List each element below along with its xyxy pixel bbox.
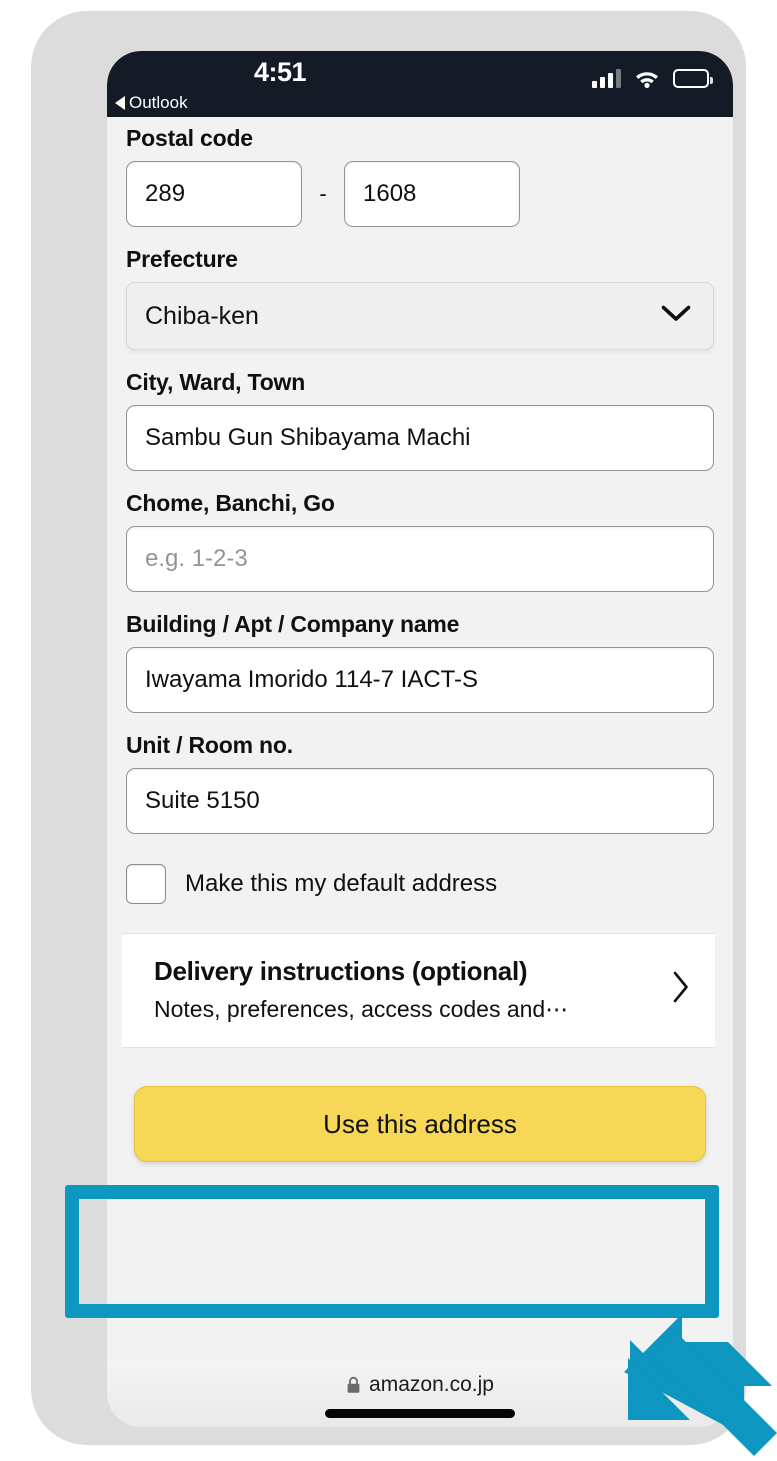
use-this-address-button[interactable]: Use this address bbox=[134, 1086, 706, 1162]
home-indicator[interactable] bbox=[325, 1409, 515, 1418]
status-bar-time: 4:51 bbox=[253, 57, 307, 87]
chome-banchi-go-group: Chome, Banchi, Go bbox=[126, 490, 714, 592]
city-ward-town-label: City, Ward, Town bbox=[126, 369, 306, 395]
postal-code-separator: - bbox=[319, 181, 327, 206]
postal-code-part2-input[interactable] bbox=[344, 161, 520, 227]
building-apt-company-group: Building / Apt / Company name bbox=[126, 611, 714, 713]
unit-room-no-label: Unit / Room no. bbox=[126, 732, 293, 758]
browser-bottom-bar: amazon.co.jp bbox=[107, 1360, 733, 1427]
delivery-instructions-text: Delivery instructions (optional) Notes, … bbox=[154, 956, 671, 1023]
postal-code-part1-input[interactable] bbox=[126, 161, 302, 227]
url-text: amazon.co.jp bbox=[369, 1373, 494, 1396]
prefecture-group: Prefecture Chiba-ken bbox=[126, 246, 714, 350]
lock-icon bbox=[346, 1376, 361, 1394]
postal-code-label: Postal code bbox=[126, 125, 253, 151]
default-address-label: Make this my default address bbox=[185, 870, 498, 897]
building-apt-company-input[interactable] bbox=[126, 647, 714, 713]
chome-banchi-go-label: Chome, Banchi, Go bbox=[126, 490, 335, 516]
delivery-instructions-subtitle: Notes, preferences, access codes and⋯ bbox=[154, 996, 569, 1022]
wifi-icon bbox=[634, 69, 660, 88]
prefecture-selected-value: Chiba-ken bbox=[145, 301, 259, 330]
chevron-right-icon bbox=[671, 970, 691, 1009]
primary-action-area: Use this address bbox=[126, 1064, 714, 1162]
back-to-app-link[interactable]: Outlook bbox=[115, 93, 188, 113]
postal-code-group: Postal code - bbox=[126, 125, 714, 227]
triangle-left-icon bbox=[115, 96, 125, 110]
delivery-instructions-title: Delivery instructions (optional) bbox=[154, 956, 528, 986]
chome-banchi-go-input[interactable] bbox=[126, 526, 714, 592]
city-ward-town-group: City, Ward, Town bbox=[126, 369, 714, 471]
unit-room-no-input[interactable] bbox=[126, 768, 714, 834]
status-bar: 4:51 Outlook bbox=[107, 51, 733, 117]
prefecture-label: Prefecture bbox=[126, 246, 238, 272]
prefecture-select[interactable]: Chiba-ken bbox=[126, 282, 714, 350]
cellular-signal-icon bbox=[592, 69, 621, 88]
postal-code-row: - bbox=[126, 161, 714, 227]
device-frame: 4:51 Outlook Postal code 289 - 1608 Pref… bbox=[31, 11, 746, 1445]
url-display[interactable]: amazon.co.jp bbox=[346, 1373, 494, 1397]
delivery-instructions-card[interactable]: Delivery instructions (optional) Notes, … bbox=[122, 933, 715, 1048]
back-to-app-label: Outlook bbox=[129, 93, 188, 112]
default-address-checkbox[interactable] bbox=[126, 864, 166, 904]
address-form-page: Postal code - Prefecture Chiba-ken bbox=[107, 117, 733, 1360]
device-screen: 4:51 Outlook Postal code 289 - 1608 Pref… bbox=[107, 51, 733, 1427]
status-bar-indicators bbox=[592, 69, 713, 88]
city-ward-town-input[interactable] bbox=[126, 405, 714, 471]
default-address-checkbox-row[interactable]: Make this my default address bbox=[126, 864, 714, 904]
unit-room-no-group: Unit / Room no. bbox=[126, 732, 714, 834]
battery-icon bbox=[673, 69, 713, 88]
chevron-down-icon bbox=[661, 302, 691, 331]
building-apt-company-label: Building / Apt / Company name bbox=[126, 611, 460, 637]
